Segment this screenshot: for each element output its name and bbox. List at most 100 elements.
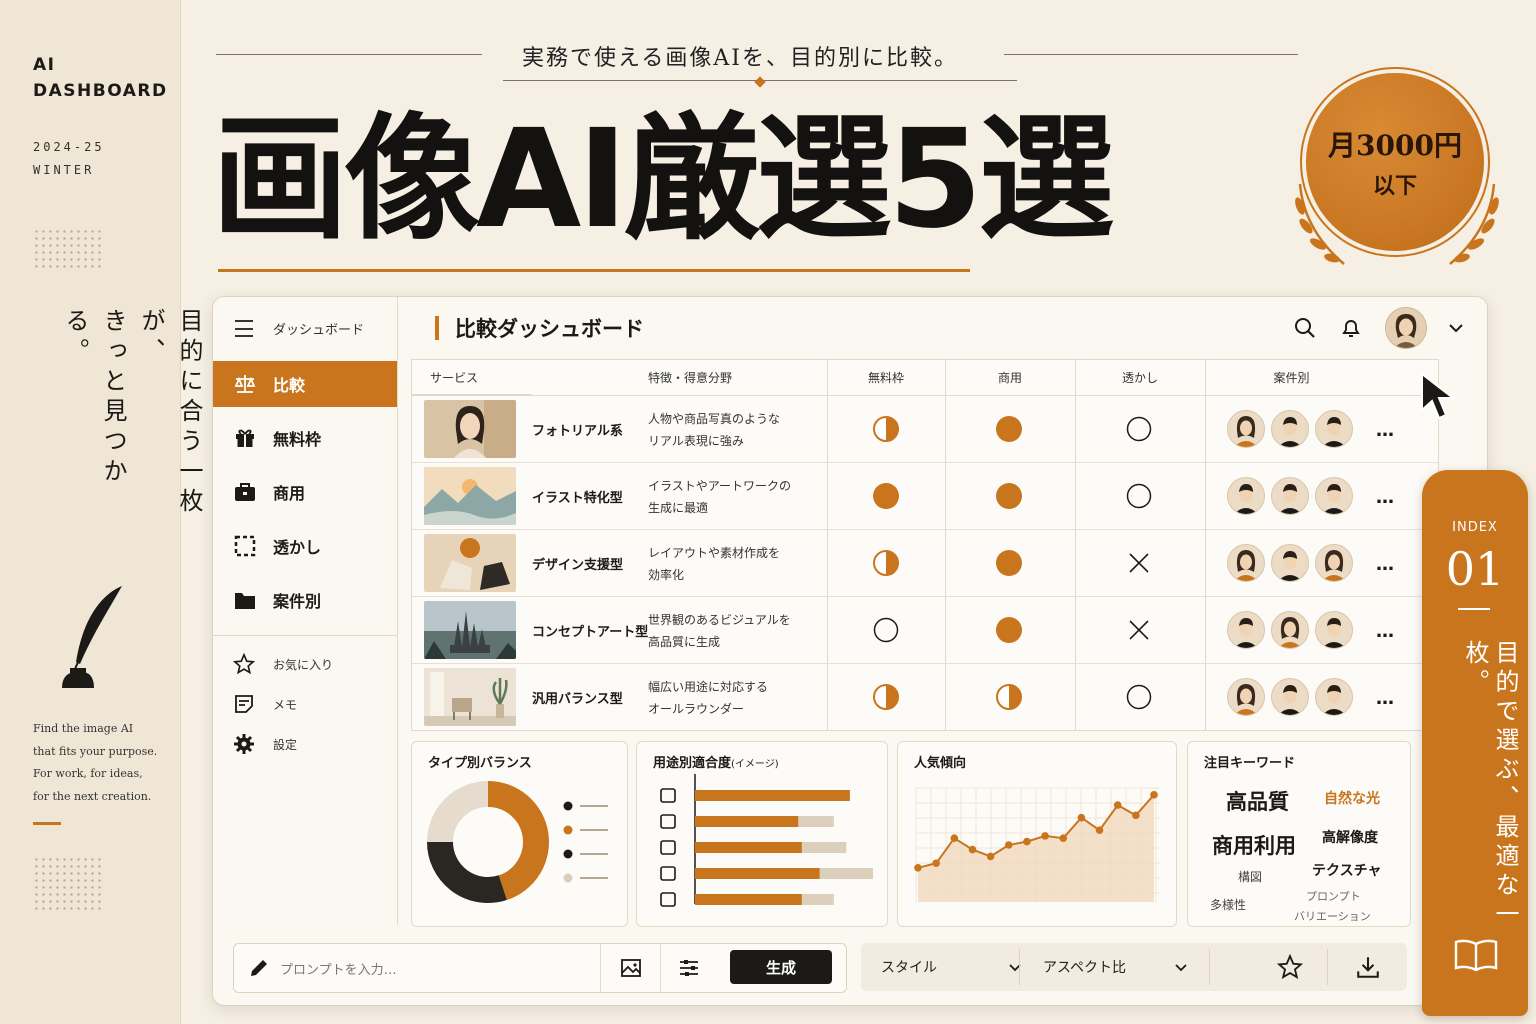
desc-line: 幅広い用途に対応する <box>648 680 769 694</box>
keyword-tag[interactable]: 商用利用 <box>1212 830 1296 860</box>
usage-panel: 用途別適合度(イメージ) <box>636 741 888 927</box>
sidebar-item-commercial[interactable]: 商用 <box>213 469 397 515</box>
index-tab: INDEX 01 目的で選ぶ、最適な一枚。 <box>1422 470 1528 1016</box>
image-upload-icon[interactable] <box>620 957 642 979</box>
persona-avatar-male <box>1271 678 1309 716</box>
camera-icon <box>660 788 676 803</box>
more-button[interactable]: … <box>1376 554 1395 575</box>
persona-avatar-male <box>1271 477 1309 515</box>
more-button[interactable]: … <box>1376 420 1395 441</box>
generate-button[interactable]: 生成 <box>730 950 832 984</box>
laurel-right-icon <box>1449 183 1499 265</box>
keyword-tag[interactable]: テクスチャ <box>1312 860 1381 880</box>
bar-value <box>695 842 802 853</box>
half-circle-mark <box>873 416 899 442</box>
half-circle-mark <box>873 684 899 710</box>
donut-slice <box>427 781 489 843</box>
table-row[interactable]: デザイン支援型 レイアウトや素材作成を 効率化 … <box>412 530 1438 597</box>
aspect-ratio-select[interactable]: アスペクト比 <box>1043 943 1187 991</box>
full-circle-mark <box>996 483 1022 509</box>
dashboard-window: ダッシュボード 比較 無料枠 商用 透かし 案件別 お気に入り メモ 設定 比較… <box>212 296 1488 1006</box>
table-row[interactable]: フォトリアル系 人物や商品写真のような リアル表現に強み … <box>412 396 1438 463</box>
index-vertical-text: 目的で選ぶ、最適な一枚。 <box>1461 640 1519 930</box>
accent-dash <box>33 822 61 825</box>
tagline-col-2: きっと見つかる。 <box>61 308 127 488</box>
keyword-tag[interactable]: 自然な光 <box>1324 788 1380 808</box>
page-title: 比較ダッシュボード <box>455 317 644 341</box>
sidebar-item-free[interactable]: 無料枠 <box>213 415 397 461</box>
more-button[interactable]: … <box>1376 688 1395 709</box>
index-number: 01 <box>1445 542 1505 596</box>
main-header: 比較ダッシュボード <box>435 313 644 343</box>
service-name: イラスト特化型 <box>532 490 623 506</box>
menu-icon[interactable] <box>235 320 253 337</box>
scale-icon <box>233 372 257 396</box>
keyword-tag[interactable]: 構図 <box>1238 868 1262 885</box>
sidebar-header[interactable]: ダッシュボード <box>235 319 364 338</box>
sidebar-item-favorites[interactable]: お気に入り <box>233 653 333 675</box>
empty-circle-mark <box>1126 416 1152 442</box>
keyword-tag[interactable]: 高品質 <box>1226 786 1289 816</box>
persona-avatar-male <box>1227 611 1265 649</box>
search-icon[interactable] <box>1293 316 1317 340</box>
persona-avatar-male <box>1315 477 1353 515</box>
persona-avatar-male <box>1271 410 1309 448</box>
brand: AI DASHBOARD <box>33 52 168 104</box>
sidebar-item-watermark[interactable]: 透かし <box>213 523 397 569</box>
desc-line: レイアウトや素材作成を <box>648 546 781 560</box>
table-row[interactable]: 汎用バランス型 幅広い用途に対応する オールラウンダー … <box>412 664 1438 730</box>
avatar[interactable] <box>1385 307 1427 349</box>
desc-line: リアル表現に強み <box>648 434 744 448</box>
memo-icon <box>235 695 253 713</box>
desc-line: 人物や商品写真のような <box>648 412 781 426</box>
sidebar-header-label: ダッシュボード <box>273 323 365 338</box>
sidebar-item-projects[interactable]: 案件別 <box>213 577 397 623</box>
pencil-icon <box>251 960 267 976</box>
divider <box>600 944 601 992</box>
sliders-icon[interactable] <box>678 957 700 979</box>
empty-circle-mark <box>1126 684 1152 710</box>
hero-title: 画像AI厳選5選 <box>212 101 1114 259</box>
empty-circle-mark <box>1126 483 1152 509</box>
thumbnail-interior <box>424 668 516 726</box>
left-tagline: 目的に合う一枚が、 きっと見つかる。 <box>56 308 208 538</box>
gear-icon <box>234 734 254 754</box>
top-actions <box>1293 307 1463 349</box>
sidebar-item-settings[interactable]: 設定 <box>233 733 297 755</box>
prompt-input[interactable]: プロンプトを入力… 生成 <box>233 943 847 993</box>
desc-line: イラストやアートワークの <box>648 479 792 493</box>
desc-line: 世界観のあるビジュアルを <box>648 613 791 627</box>
full-circle-mark <box>996 617 1022 643</box>
service-description: 幅広い用途に対応する オールラウンダー <box>648 676 768 720</box>
table-row[interactable]: イラスト特化型 イラストやアートワークの 生成に最適 … <box>412 463 1438 530</box>
chevron-down-icon[interactable] <box>1449 323 1463 333</box>
subtitle: 実務で使える画像AIを、目的別に比較。 <box>522 46 958 71</box>
divider <box>1209 949 1210 985</box>
more-button[interactable]: … <box>1376 487 1395 508</box>
sidebar-item-memo[interactable]: メモ <box>233 693 297 715</box>
aspect-select-label: アスペクト比 <box>1043 960 1127 976</box>
column-header: 無料枠 <box>827 360 945 396</box>
keyword-tag[interactable]: バリエーション <box>1294 908 1371 924</box>
season-line-2: WINTER <box>33 163 95 177</box>
trend-panel: 人気傾向 <box>897 741 1177 927</box>
panel-title: 用途別適合度(イメージ) <box>653 752 779 771</box>
english-line: Find the image AI <box>33 722 134 735</box>
bell-icon[interactable] <box>1339 316 1363 340</box>
sidebar-item-compare[interactable]: 比較 <box>213 361 397 407</box>
service-description: レイアウトや素材作成を 効率化 <box>648 542 780 586</box>
more-button[interactable]: … <box>1376 621 1395 642</box>
sidebar-item-label: お気に入り <box>273 657 334 672</box>
table-row[interactable]: コンセプトアート型 世界観のあるビジュアルを 高品質に生成 … <box>412 597 1438 664</box>
keyword-tag[interactable]: 高解像度 <box>1322 827 1378 847</box>
trend-point <box>1059 834 1068 842</box>
bar-value <box>695 816 799 827</box>
donut-slice <box>487 781 549 901</box>
style-select[interactable]: スタイル <box>881 943 1021 991</box>
download-icon[interactable] <box>1355 954 1381 980</box>
keyword-tag[interactable]: プロンプト <box>1306 888 1361 904</box>
keyword-tag[interactable]: 多様性 <box>1210 896 1246 913</box>
brand-line-2: DASHBOARD <box>33 81 168 101</box>
header-rule-left <box>216 54 482 55</box>
star-icon[interactable] <box>1277 954 1303 980</box>
